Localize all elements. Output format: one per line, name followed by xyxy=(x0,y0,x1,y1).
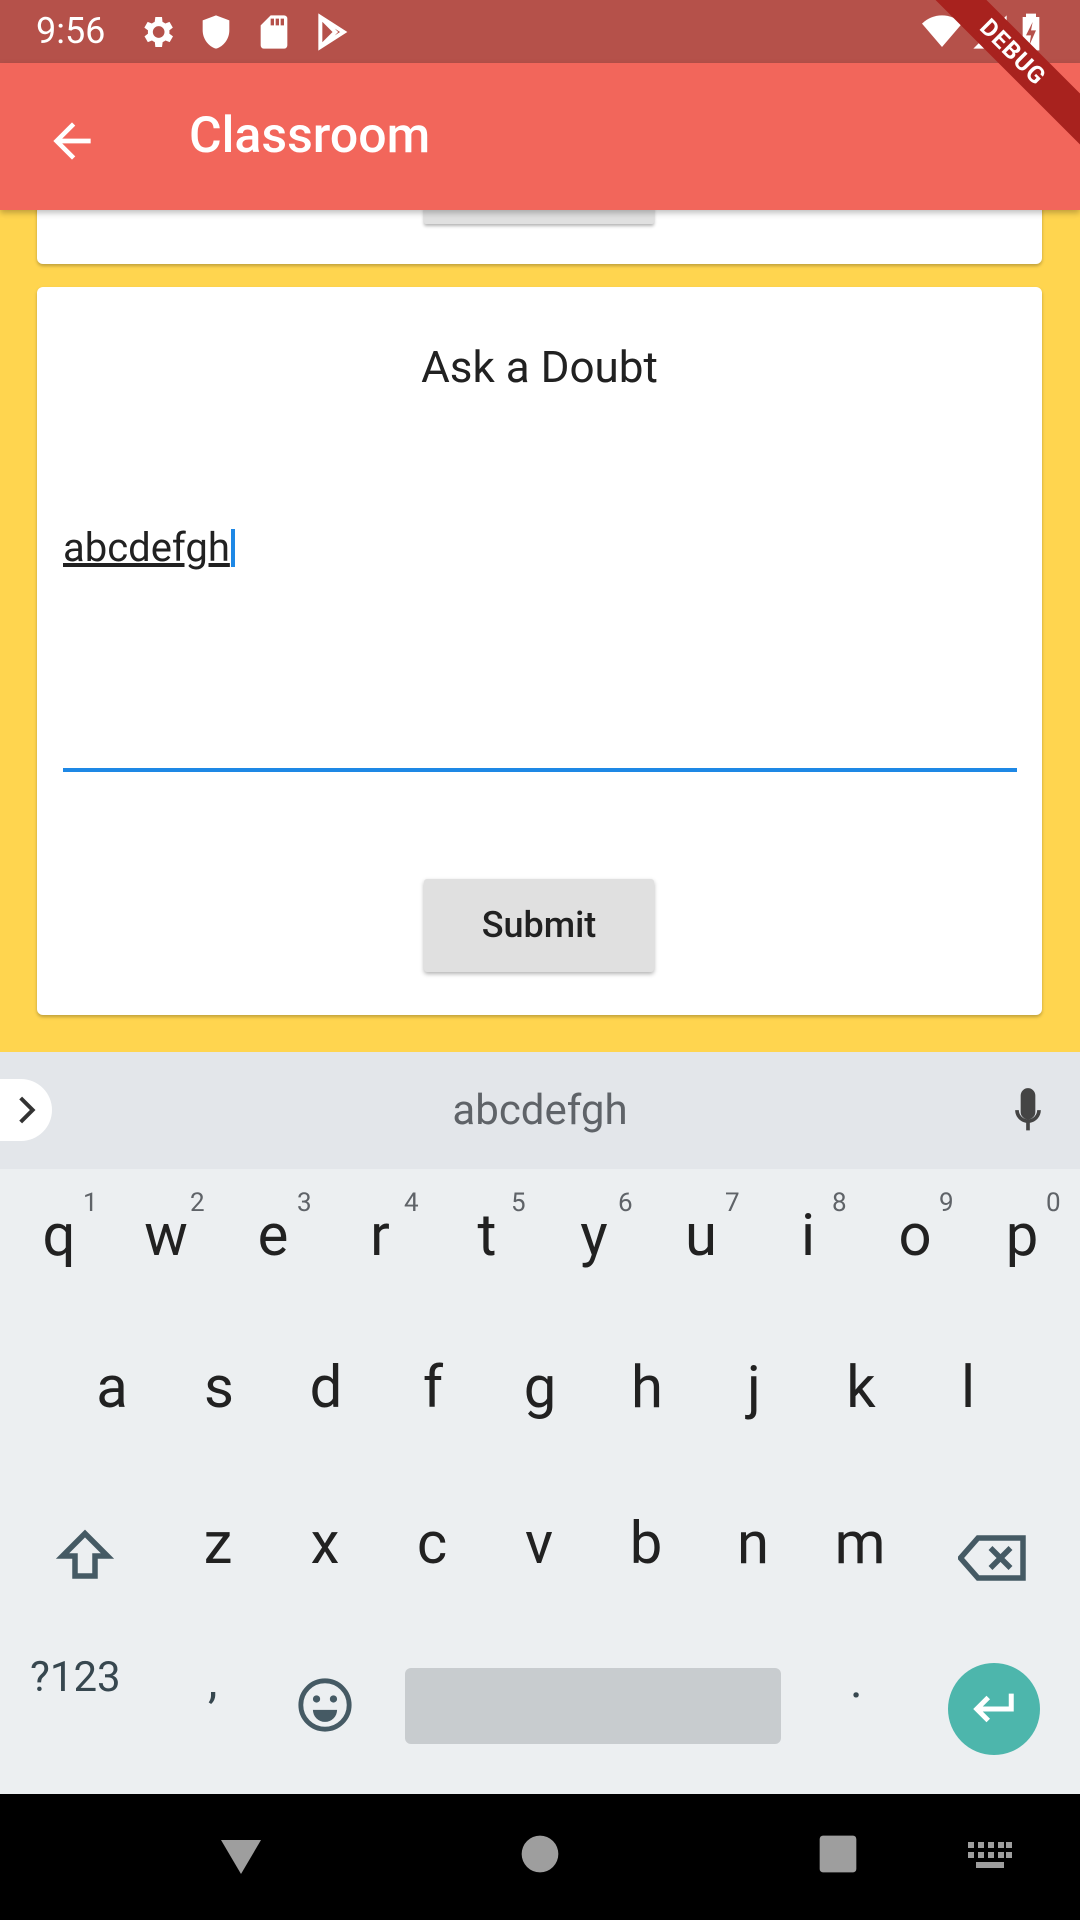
key-g[interactable]: g xyxy=(490,1354,590,1422)
key-y[interactable]: y6 xyxy=(544,1188,644,1270)
key-e[interactable]: e3 xyxy=(223,1188,323,1270)
key-i[interactable]: i8 xyxy=(758,1188,858,1270)
key-label: g xyxy=(523,1354,557,1422)
key-l[interactable]: l xyxy=(918,1354,1018,1422)
input-underline xyxy=(63,768,1017,772)
key-label: q xyxy=(42,1202,76,1270)
key-hint: 3 xyxy=(297,1188,312,1218)
key-label: c xyxy=(416,1510,448,1578)
symbols-key[interactable]: ?123 xyxy=(30,1653,121,1702)
suggestion-word[interactable]: abcdefgh xyxy=(0,1052,1080,1169)
key-m[interactable]: m xyxy=(810,1510,910,1578)
status-time: 9:56 xyxy=(36,10,106,52)
key-label: o xyxy=(898,1202,932,1270)
key-label: f xyxy=(422,1354,444,1422)
key-label: z xyxy=(203,1510,233,1578)
doubt-input[interactable]: abcdefgh xyxy=(63,522,1017,772)
play-store-icon xyxy=(318,13,348,51)
key-s[interactable]: s xyxy=(169,1354,269,1422)
period-key[interactable]: . xyxy=(850,1652,863,1709)
key-label: w xyxy=(144,1202,188,1270)
key-z[interactable]: z xyxy=(168,1510,268,1578)
key-x[interactable]: x xyxy=(275,1510,375,1578)
home-nav-icon[interactable] xyxy=(520,1834,560,1874)
enter-arrow-icon xyxy=(973,1693,1014,1723)
ask-doubt-card: Ask a Doubt abcdefgh Submit xyxy=(37,287,1042,1015)
key-r[interactable]: r4 xyxy=(330,1188,430,1270)
emoji-icon[interactable] xyxy=(296,1676,354,1734)
key-b[interactable]: b xyxy=(596,1510,696,1578)
space-key[interactable] xyxy=(405,1668,781,1744)
key-j[interactable]: j xyxy=(704,1354,804,1422)
key-hint: 9 xyxy=(939,1188,954,1218)
back-arrow-icon[interactable] xyxy=(44,113,100,169)
backspace-icon[interactable] xyxy=(958,1530,1028,1586)
key-hint: 4 xyxy=(404,1188,419,1218)
key-label: v xyxy=(524,1510,554,1578)
enter-key[interactable] xyxy=(948,1663,1040,1755)
sd-card-icon xyxy=(260,15,288,49)
key-label: t xyxy=(477,1202,497,1270)
submit-button[interactable]: Submit xyxy=(424,879,654,972)
recents-nav-icon[interactable] xyxy=(818,1834,858,1874)
navigation-bar xyxy=(0,1794,1080,1920)
key-p[interactable]: p0 xyxy=(972,1188,1072,1270)
microphone-icon[interactable] xyxy=(1006,1086,1050,1138)
shift-icon[interactable] xyxy=(54,1526,116,1586)
key-hint: 6 xyxy=(618,1188,633,1218)
key-n[interactable]: n xyxy=(703,1510,803,1578)
key-u[interactable]: u7 xyxy=(651,1188,751,1270)
key-v[interactable]: v xyxy=(489,1510,589,1578)
doubt-input-value: abcdefgh xyxy=(63,524,230,571)
text-cursor xyxy=(230,529,235,567)
key-hint: 2 xyxy=(190,1188,205,1218)
key-a[interactable]: a xyxy=(62,1354,162,1422)
key-label: j xyxy=(747,1354,761,1422)
key-label: y xyxy=(580,1202,608,1270)
key-label: k xyxy=(846,1354,876,1422)
key-t[interactable]: t5 xyxy=(437,1188,537,1270)
shield-icon xyxy=(202,15,230,49)
status-bar: 9:56 xyxy=(0,0,1080,63)
settings-icon xyxy=(144,17,173,47)
key-label: u xyxy=(685,1202,717,1270)
key-hint: 1 xyxy=(83,1188,98,1218)
keyboard-switch-icon[interactable] xyxy=(968,1842,1012,1870)
key-label: d xyxy=(309,1354,343,1422)
key-label: m xyxy=(834,1510,886,1578)
suggestion-strip: abcdefgh xyxy=(0,1052,1080,1169)
app-bar: Classroom xyxy=(0,63,1080,210)
key-label: b xyxy=(629,1510,663,1578)
key-label: i xyxy=(800,1202,816,1270)
key-w[interactable]: w2 xyxy=(116,1188,216,1270)
key-d[interactable]: d xyxy=(276,1354,376,1422)
key-label: p xyxy=(1005,1202,1039,1270)
key-c[interactable]: c xyxy=(382,1510,482,1578)
page-title: Classroom xyxy=(189,107,431,165)
key-f[interactable]: f xyxy=(383,1354,483,1422)
key-label: e xyxy=(257,1202,289,1270)
comma-key[interactable]: , xyxy=(208,1652,217,1709)
key-hint: 5 xyxy=(511,1188,526,1218)
key-q[interactable]: q1 xyxy=(9,1188,109,1270)
key-label: a xyxy=(96,1354,128,1422)
key-label: s xyxy=(204,1354,234,1422)
key-hint: 8 xyxy=(832,1188,847,1218)
key-h[interactable]: h xyxy=(597,1354,697,1422)
key-k[interactable]: k xyxy=(811,1354,911,1422)
key-label: n xyxy=(736,1510,770,1578)
key-label: h xyxy=(631,1354,663,1422)
card-heading: Ask a Doubt xyxy=(421,341,658,393)
back-nav-icon[interactable] xyxy=(216,1832,266,1880)
key-label: r xyxy=(370,1202,390,1270)
key-label: x xyxy=(310,1510,340,1578)
soft-keyboard: abcdefgh q1w2e3r4t5y6u7i8o9p0asdfghjklzx… xyxy=(0,1052,1080,1794)
key-hint: 7 xyxy=(725,1188,740,1218)
key-o[interactable]: o9 xyxy=(865,1188,965,1270)
key-label: l xyxy=(960,1354,976,1422)
key-hint: 0 xyxy=(1046,1188,1061,1218)
